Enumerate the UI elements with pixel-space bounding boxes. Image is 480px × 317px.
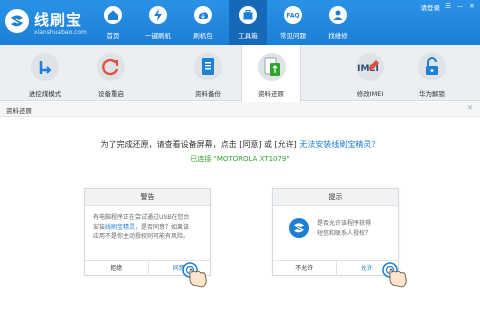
app-logo-icon bbox=[289, 218, 309, 238]
nav-flash[interactable]: 一键刷机 bbox=[139, 0, 177, 45]
instruction-text: 为了完成还原，请查看设备屏幕，点击 [同意] 或 [允许] 无法安装线刷宝精灵？ bbox=[0, 139, 480, 150]
tool-label: 修改IMEI bbox=[356, 90, 384, 98]
section-title: 资料还原 bbox=[6, 107, 32, 115]
top-header: 线刷宝 xianshuabao.com 首页 一键刷机 刷机包 工具箱 FAQ … bbox=[0, 0, 480, 45]
window-controls: 请登录 ☰ — ✕ bbox=[421, 2, 477, 12]
tool-label: 华为解锁 bbox=[419, 90, 445, 98]
faq-icon: FAQ bbox=[284, 6, 302, 24]
tool-reboot[interactable]: 设备重启 bbox=[81, 45, 141, 101]
package-icon bbox=[194, 6, 212, 24]
download-mode-icon bbox=[30, 52, 60, 82]
nav-toolbox[interactable]: 工具箱 bbox=[229, 0, 267, 45]
nav-repair[interactable]: 找维修 bbox=[319, 0, 357, 45]
close-icon[interactable]: ✕ bbox=[467, 104, 473, 112]
reboot-icon bbox=[96, 52, 126, 82]
tool-label: 进挖煤模式 bbox=[28, 90, 62, 98]
home-icon bbox=[104, 6, 122, 24]
imei-icon: IMEI bbox=[355, 52, 385, 82]
message-line: 短信和联系人授权？ bbox=[317, 230, 372, 237]
install-help-link[interactable]: 无法安装线刷宝精灵？ bbox=[299, 140, 379, 149]
svg-text:FAQ: FAQ bbox=[286, 13, 299, 20]
message-text: ，是否同意？如果该 bbox=[135, 223, 190, 231]
dialog-message: 是否允许该程序获得 短信和联系人授权？ bbox=[317, 219, 395, 239]
login-link[interactable]: 请登录 bbox=[421, 2, 441, 12]
toolbox-icon bbox=[239, 6, 257, 24]
section-bar: 资料还原 ✕ bbox=[0, 102, 480, 117]
message-line: 是否允许该程序获得 bbox=[317, 220, 372, 227]
app-name-link: 线刷宝精灵 bbox=[105, 223, 136, 231]
menu-icon[interactable]: ☰ bbox=[444, 2, 452, 12]
app-logo: 线刷宝 xianshuabao.com bbox=[5, 6, 105, 40]
nav-faq[interactable]: FAQ 常见问题 bbox=[274, 0, 312, 45]
dialog-message: 有电脑程序正在尝试通过USB在您台 安装线刷宝精灵，是否同意？如果该 应用不是你… bbox=[93, 213, 205, 242]
message-line: 应用不是你主动授权则可能有风险。 bbox=[93, 233, 190, 240]
flash-icon bbox=[149, 6, 167, 24]
message-line: 安装线刷宝精灵，是否同意？如果该 bbox=[93, 223, 205, 233]
minimize-icon[interactable]: — bbox=[456, 2, 464, 12]
nav-label: 找维修 bbox=[328, 32, 348, 40]
tool-label: 资料备份 bbox=[195, 90, 221, 98]
instruction-main: 为了完成还原，请查看设备屏幕，点击 [同意] 或 [允许] bbox=[100, 140, 297, 149]
main-nav: 首页 一键刷机 刷机包 工具箱 FAQ 常见问题 找维修 bbox=[94, 0, 364, 45]
message-text: 安装 bbox=[93, 223, 106, 231]
nav-label: 工具箱 bbox=[238, 32, 258, 40]
restore-icon bbox=[257, 52, 287, 82]
tool-restore[interactable]: 资料还原 bbox=[241, 45, 301, 102]
nav-package[interactable]: 刷机包 bbox=[184, 0, 222, 45]
tool-bar: 进挖煤模式 设备重启 资料备份 资料还原 IMEI 修改IMEI 华为解锁 bbox=[0, 45, 480, 102]
tool-label: 设备重启 bbox=[98, 90, 124, 98]
logo-icon bbox=[5, 9, 29, 33]
connection-status: 已连接 "MOTOROLA XT1079" bbox=[190, 155, 290, 163]
tool-download-mode[interactable]: 进挖煤模式 bbox=[15, 45, 75, 101]
nav-label: 一键刷机 bbox=[145, 32, 171, 40]
tap-hand-icon bbox=[380, 261, 407, 288]
message-line: 有电脑程序正在尝试通过USB在您台 bbox=[93, 214, 190, 221]
dialog-title: 警告 bbox=[85, 189, 210, 206]
close-icon[interactable]: ✕ bbox=[468, 2, 476, 12]
unlock-icon bbox=[417, 52, 447, 82]
nav-label: 常见问题 bbox=[280, 32, 306, 40]
tool-backup[interactable]: 资料备份 bbox=[178, 45, 238, 101]
disallow-button[interactable]: 不允许 bbox=[273, 261, 336, 276]
nav-home[interactable]: 首页 bbox=[94, 0, 132, 45]
tool-label: 资料还原 bbox=[258, 90, 284, 98]
backup-icon bbox=[193, 52, 223, 82]
tool-unlock[interactable]: 华为解锁 bbox=[402, 45, 462, 101]
tap-hand-icon bbox=[180, 261, 207, 288]
tool-imei[interactable]: IMEI 修改IMEI bbox=[340, 45, 400, 101]
app-subtitle: xianshuabao.com bbox=[34, 29, 87, 36]
app-title: 线刷宝 bbox=[34, 11, 83, 29]
deny-button[interactable]: 拒绝 bbox=[85, 261, 148, 276]
repair-icon bbox=[329, 6, 347, 24]
dialog-title: 提示 bbox=[273, 189, 398, 206]
nav-label: 首页 bbox=[106, 32, 120, 40]
nav-label: 刷机包 bbox=[193, 32, 213, 40]
